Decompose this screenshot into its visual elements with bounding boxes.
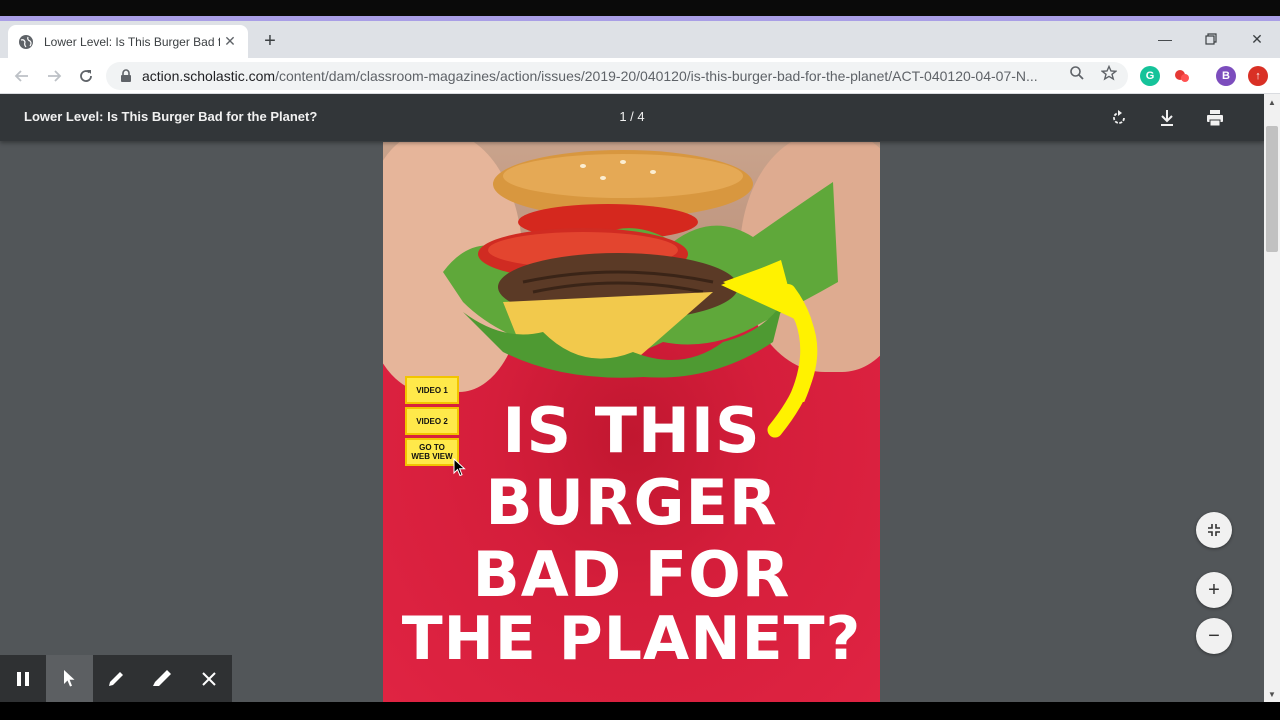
page-indicator: 1 / 4 bbox=[619, 109, 645, 124]
extension-icon[interactable] bbox=[1172, 66, 1192, 86]
download-icon[interactable] bbox=[1154, 105, 1180, 131]
pause-icon[interactable] bbox=[0, 655, 46, 702]
headline-line-3: BAD FOR bbox=[472, 538, 791, 611]
tab-close-icon[interactable]: ✕ bbox=[222, 33, 238, 50]
url-domain: action.scholastic.com bbox=[142, 68, 276, 84]
scroll-thumb[interactable] bbox=[1266, 126, 1278, 252]
restore-icon[interactable] bbox=[1188, 27, 1234, 51]
browser-toolbar: action.scholastic.com/content/dam/classr… bbox=[0, 58, 1280, 94]
zoom-in-icon[interactable]: + bbox=[1196, 572, 1232, 608]
bottom-frame bbox=[0, 702, 1280, 720]
tab-title: Lower Level: Is This Burger Bad fo bbox=[44, 34, 220, 49]
new-tab-icon[interactable]: + bbox=[258, 29, 282, 53]
pointer-tool-icon[interactable] bbox=[46, 655, 93, 702]
screen: Lower Level: Is This Burger Bad fo ✕ + —… bbox=[0, 0, 1280, 720]
address-bar[interactable]: action.scholastic.com/content/dam/classr… bbox=[106, 62, 1128, 90]
recorder-toolbar bbox=[0, 655, 232, 702]
scroll-down-icon[interactable]: ▼ bbox=[1264, 686, 1280, 702]
pen-tool-icon[interactable] bbox=[93, 655, 139, 702]
forward-icon[interactable] bbox=[41, 63, 67, 89]
pdf-title: Lower Level: Is This Burger Bad for the … bbox=[24, 109, 318, 124]
print-icon[interactable] bbox=[1202, 105, 1228, 131]
headline-line-2: BURGER bbox=[485, 466, 778, 539]
fit-to-page-icon[interactable] bbox=[1196, 512, 1232, 548]
top-frame bbox=[0, 0, 1280, 16]
back-icon[interactable] bbox=[9, 63, 35, 89]
grammarly-icon[interactable]: G bbox=[1140, 66, 1160, 86]
zoom-icon[interactable] bbox=[1068, 64, 1086, 82]
headline-line-1: IS THIS bbox=[502, 394, 761, 467]
scrollbar[interactable]: ▲ ▼ bbox=[1264, 94, 1280, 702]
close-window-icon[interactable]: ✕ bbox=[1234, 27, 1280, 51]
pdf-viewer: Lower Level: Is This Burger Bad for the … bbox=[0, 94, 1264, 702]
tab-strip: Lower Level: Is This Burger Bad fo ✕ + —… bbox=[0, 21, 1280, 58]
update-icon[interactable]: ↑ bbox=[1248, 66, 1268, 86]
url-path: /content/dam/classroom-magazines/action/… bbox=[275, 68, 1038, 84]
reload-icon[interactable] bbox=[73, 63, 99, 89]
star-icon[interactable] bbox=[1100, 64, 1118, 82]
minimize-icon[interactable]: — bbox=[1142, 27, 1188, 51]
close-recorder-icon[interactable] bbox=[186, 655, 232, 702]
lock-icon[interactable] bbox=[120, 69, 134, 83]
browser-tab[interactable]: Lower Level: Is This Burger Bad fo ✕ bbox=[8, 25, 248, 58]
profile-avatar[interactable]: B bbox=[1216, 66, 1236, 86]
rotate-icon[interactable] bbox=[1106, 105, 1132, 131]
headline-line-4: THE PLANET? bbox=[401, 604, 862, 674]
pdf-toolbar: Lower Level: Is This Burger Bad for the … bbox=[0, 94, 1264, 141]
url-text: action.scholastic.com/content/dam/classr… bbox=[142, 68, 1052, 84]
scroll-up-icon[interactable]: ▲ bbox=[1264, 94, 1280, 110]
pdf-page: VIDEO 1 VIDEO 2 GO TO WEB VIEW IS THIS B… bbox=[383, 142, 880, 702]
zoom-out-icon[interactable]: − bbox=[1196, 618, 1232, 654]
highlighter-tool-icon[interactable] bbox=[139, 655, 185, 702]
globe-icon bbox=[18, 34, 34, 50]
